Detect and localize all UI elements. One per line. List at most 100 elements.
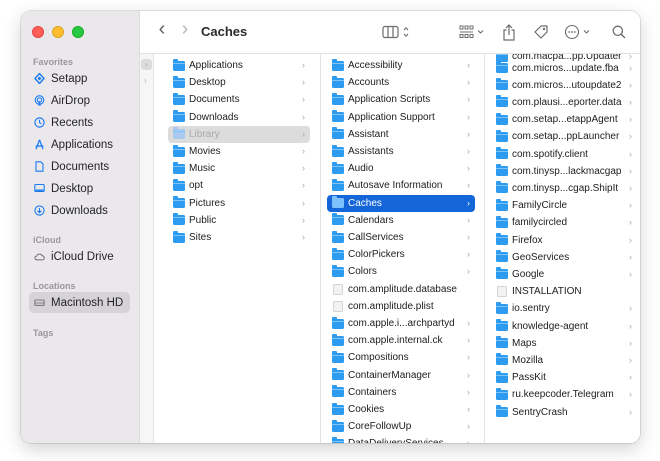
folder-row[interactable]: Mozilla › [491,352,637,369]
sidebar-item-desktop[interactable]: Desktop [29,178,130,199]
back-button[interactable]: ‹ [155,18,169,40]
folder-row[interactable]: Desktop › [168,74,310,91]
folder-row[interactable]: Music › [168,160,310,177]
sidebar-item-setapp[interactable]: Setapp [29,68,130,89]
item-label: Movies [189,146,221,157]
item-label: com.apple.i...archpartyd [348,318,455,329]
sidebar-item-recents[interactable]: Recents [29,112,130,133]
folder-row[interactable]: com.setap...etappAgent › [491,111,637,128]
folder-row[interactable]: Assistant › [327,126,475,143]
setapp-icon [34,73,45,84]
sidebar-item-downloads[interactable]: Downloads [29,200,130,221]
tag-button[interactable] [531,23,551,41]
folder-row[interactable]: com.setap...ppLauncher › [491,128,637,145]
folder-row[interactable]: CoreFollowUp › [327,418,475,435]
folder-row[interactable]: com.apple.i...archpartyd › [327,315,475,332]
folder-row[interactable]: familycircled › [491,214,637,231]
folder-row[interactable]: Library › [168,125,310,143]
sidebar-item-airdrop[interactable]: AirDrop [29,90,130,111]
folder-row[interactable]: Calendars › [327,212,475,229]
folder-row[interactable]: CallServices › [327,229,475,246]
chevron-right-icon: › [629,165,632,176]
folder-row[interactable]: Cookies › [327,401,475,418]
column-divider[interactable] [320,54,321,443]
more-actions-button[interactable] [562,23,596,41]
minimize-window-button[interactable] [52,26,64,38]
folder-row[interactable]: Colors › [327,263,475,280]
folder-row[interactable]: Assistants › [327,143,475,160]
folder-row[interactable]: ru.keepcoder.Telegram › [491,386,637,403]
close-window-button[interactable] [32,26,44,38]
folder-icon [496,233,508,245]
group-button[interactable] [458,23,488,41]
folder-row[interactable]: knowledge-agent › [491,318,637,335]
folder-row[interactable]: Firefox › [491,232,637,249]
share-button[interactable] [500,23,518,41]
sidebar-item-label: iCloud Drive [51,250,114,263]
folder-row[interactable]: com.micros...update.fba › [491,60,637,77]
folder-row[interactable]: Application Support › [327,109,475,126]
sidebar-item-label: Downloads [51,204,108,217]
folder-row[interactable]: Documents › [168,91,310,108]
folder-row[interactable]: Downloads › [168,109,310,126]
folder-row[interactable]: Compositions › [327,349,475,366]
folder-row[interactable]: Accessibility › [327,57,475,74]
folder-row[interactable]: com.micros...utoupdate2 › [491,77,637,94]
column-divider[interactable] [484,54,485,443]
sidebar-item-icloud-drive[interactable]: iCloud Drive [29,246,130,267]
forward-button[interactable]: › [178,18,192,40]
document-icon [34,161,45,172]
folder-icon [173,127,185,140]
folder-row[interactable]: opt › [168,177,310,194]
folder-row[interactable]: Sites › [168,229,310,246]
chevron-right-icon: › [467,146,470,156]
chevron-right-icon: › [629,320,632,331]
folder-icon [496,250,508,263]
folder-row[interactable]: Applications › [168,57,310,74]
chevron-right-icon: › [467,438,470,443]
zoom-window-button[interactable] [72,26,84,38]
chevron-right-icon: › [629,234,632,245]
folder-icon [173,92,185,105]
folder-row[interactable]: com.spotify.client › [491,146,637,163]
folder-row[interactable]: Movies › [168,143,310,160]
root-column-collapsed[interactable]: › › [140,54,154,443]
folder-row[interactable]: FamilyCircle › [491,197,637,214]
folder-row[interactable]: com.plausi...eporter.data › [491,94,637,111]
folder-row[interactable]: ContainerManager › [327,367,475,384]
folder-row[interactable]: com.apple.internal.ck › [327,332,475,349]
folder-row[interactable]: com.tinysp...lackmacgap › [491,163,637,180]
folder-row[interactable]: Autosave Information › [327,177,475,194]
folder-row[interactable]: Accounts › [327,74,475,91]
search-button[interactable] [610,23,628,41]
download-icon [34,205,45,216]
folder-row[interactable]: Pictures › [168,195,310,212]
folder-row[interactable]: Application Scripts › [327,91,475,108]
chevron-right-icon: › [467,163,470,174]
item-label: SentryCrash [512,406,568,418]
folder-row[interactable]: Maps › [491,335,637,352]
folder-row[interactable]: Audio › [327,160,475,177]
item-label: Google [512,268,545,280]
sidebar-item-label: Setapp [51,72,88,85]
folder-row[interactable]: com.tinysp...cgap.ShipIt › [491,180,637,197]
folder-row[interactable]: Public › [168,212,310,229]
chevron-right-icon: › [629,406,632,417]
file-row[interactable]: com.amplitude.plist [327,298,475,315]
folder-row[interactable]: ColorPickers › [327,246,475,263]
folder-row[interactable]: DataDeliveryServices › [327,435,475,443]
folder-row[interactable]: Caches › [327,194,475,212]
folder-row[interactable]: GeoServices › [491,249,637,266]
file-row[interactable]: INSTALLATION [491,283,637,300]
sidebar-item-documents[interactable]: Documents [29,156,130,177]
folder-row[interactable]: Google › [491,266,637,283]
view-mode-button[interactable] [379,23,415,41]
folder-row[interactable]: PassKit › [491,369,637,386]
folder-row[interactable]: io.sentry › [491,300,637,317]
folder-row[interactable]: Containers › [327,384,475,401]
folder-row[interactable]: SentryCrash › [491,404,637,421]
file-row[interactable]: com.amplitude.database [327,281,475,298]
chevron-right-icon: › [629,268,632,279]
sidebar-item-macintosh-hd[interactable]: Macintosh HD [29,292,130,313]
sidebar-item-applications[interactable]: Applications [29,134,130,155]
